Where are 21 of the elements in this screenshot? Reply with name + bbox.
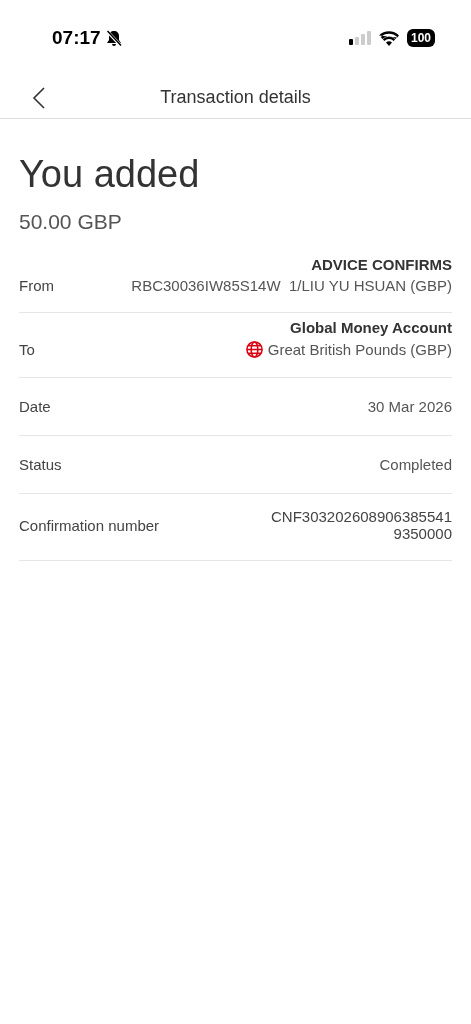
row-label: From	[19, 276, 54, 294]
wifi-icon	[378, 30, 399, 46]
row-label: Confirmation number	[19, 516, 160, 534]
row-value: CNF303202608906385541 9350000	[271, 508, 452, 542]
back-icon[interactable]	[32, 86, 46, 110]
status-time: 07:17	[52, 27, 101, 49]
row-label: Status	[19, 456, 62, 473]
summary-heading: You added	[19, 153, 201, 196]
amount: 50.00 GBP	[19, 210, 123, 234]
row-value: 30 Mar 2026	[367, 398, 452, 415]
row-label: To	[19, 340, 35, 358]
account-name: Global Money Account	[290, 319, 452, 336]
row-value: Great British Pounds (GBP)	[267, 341, 452, 358]
page-title: Transaction details	[160, 86, 311, 108]
row-value: RBC30036IW85S14W 1/LIU YU HSUAN (GBP)	[131, 277, 452, 294]
battery-level: 100	[406, 29, 435, 47]
row-label: Date	[19, 398, 51, 415]
globe-icon	[244, 340, 264, 359]
account-name: ADVICE CONFIRMS	[311, 256, 452, 273]
signal-icon	[348, 31, 371, 45]
row-value: Completed	[379, 456, 452, 473]
